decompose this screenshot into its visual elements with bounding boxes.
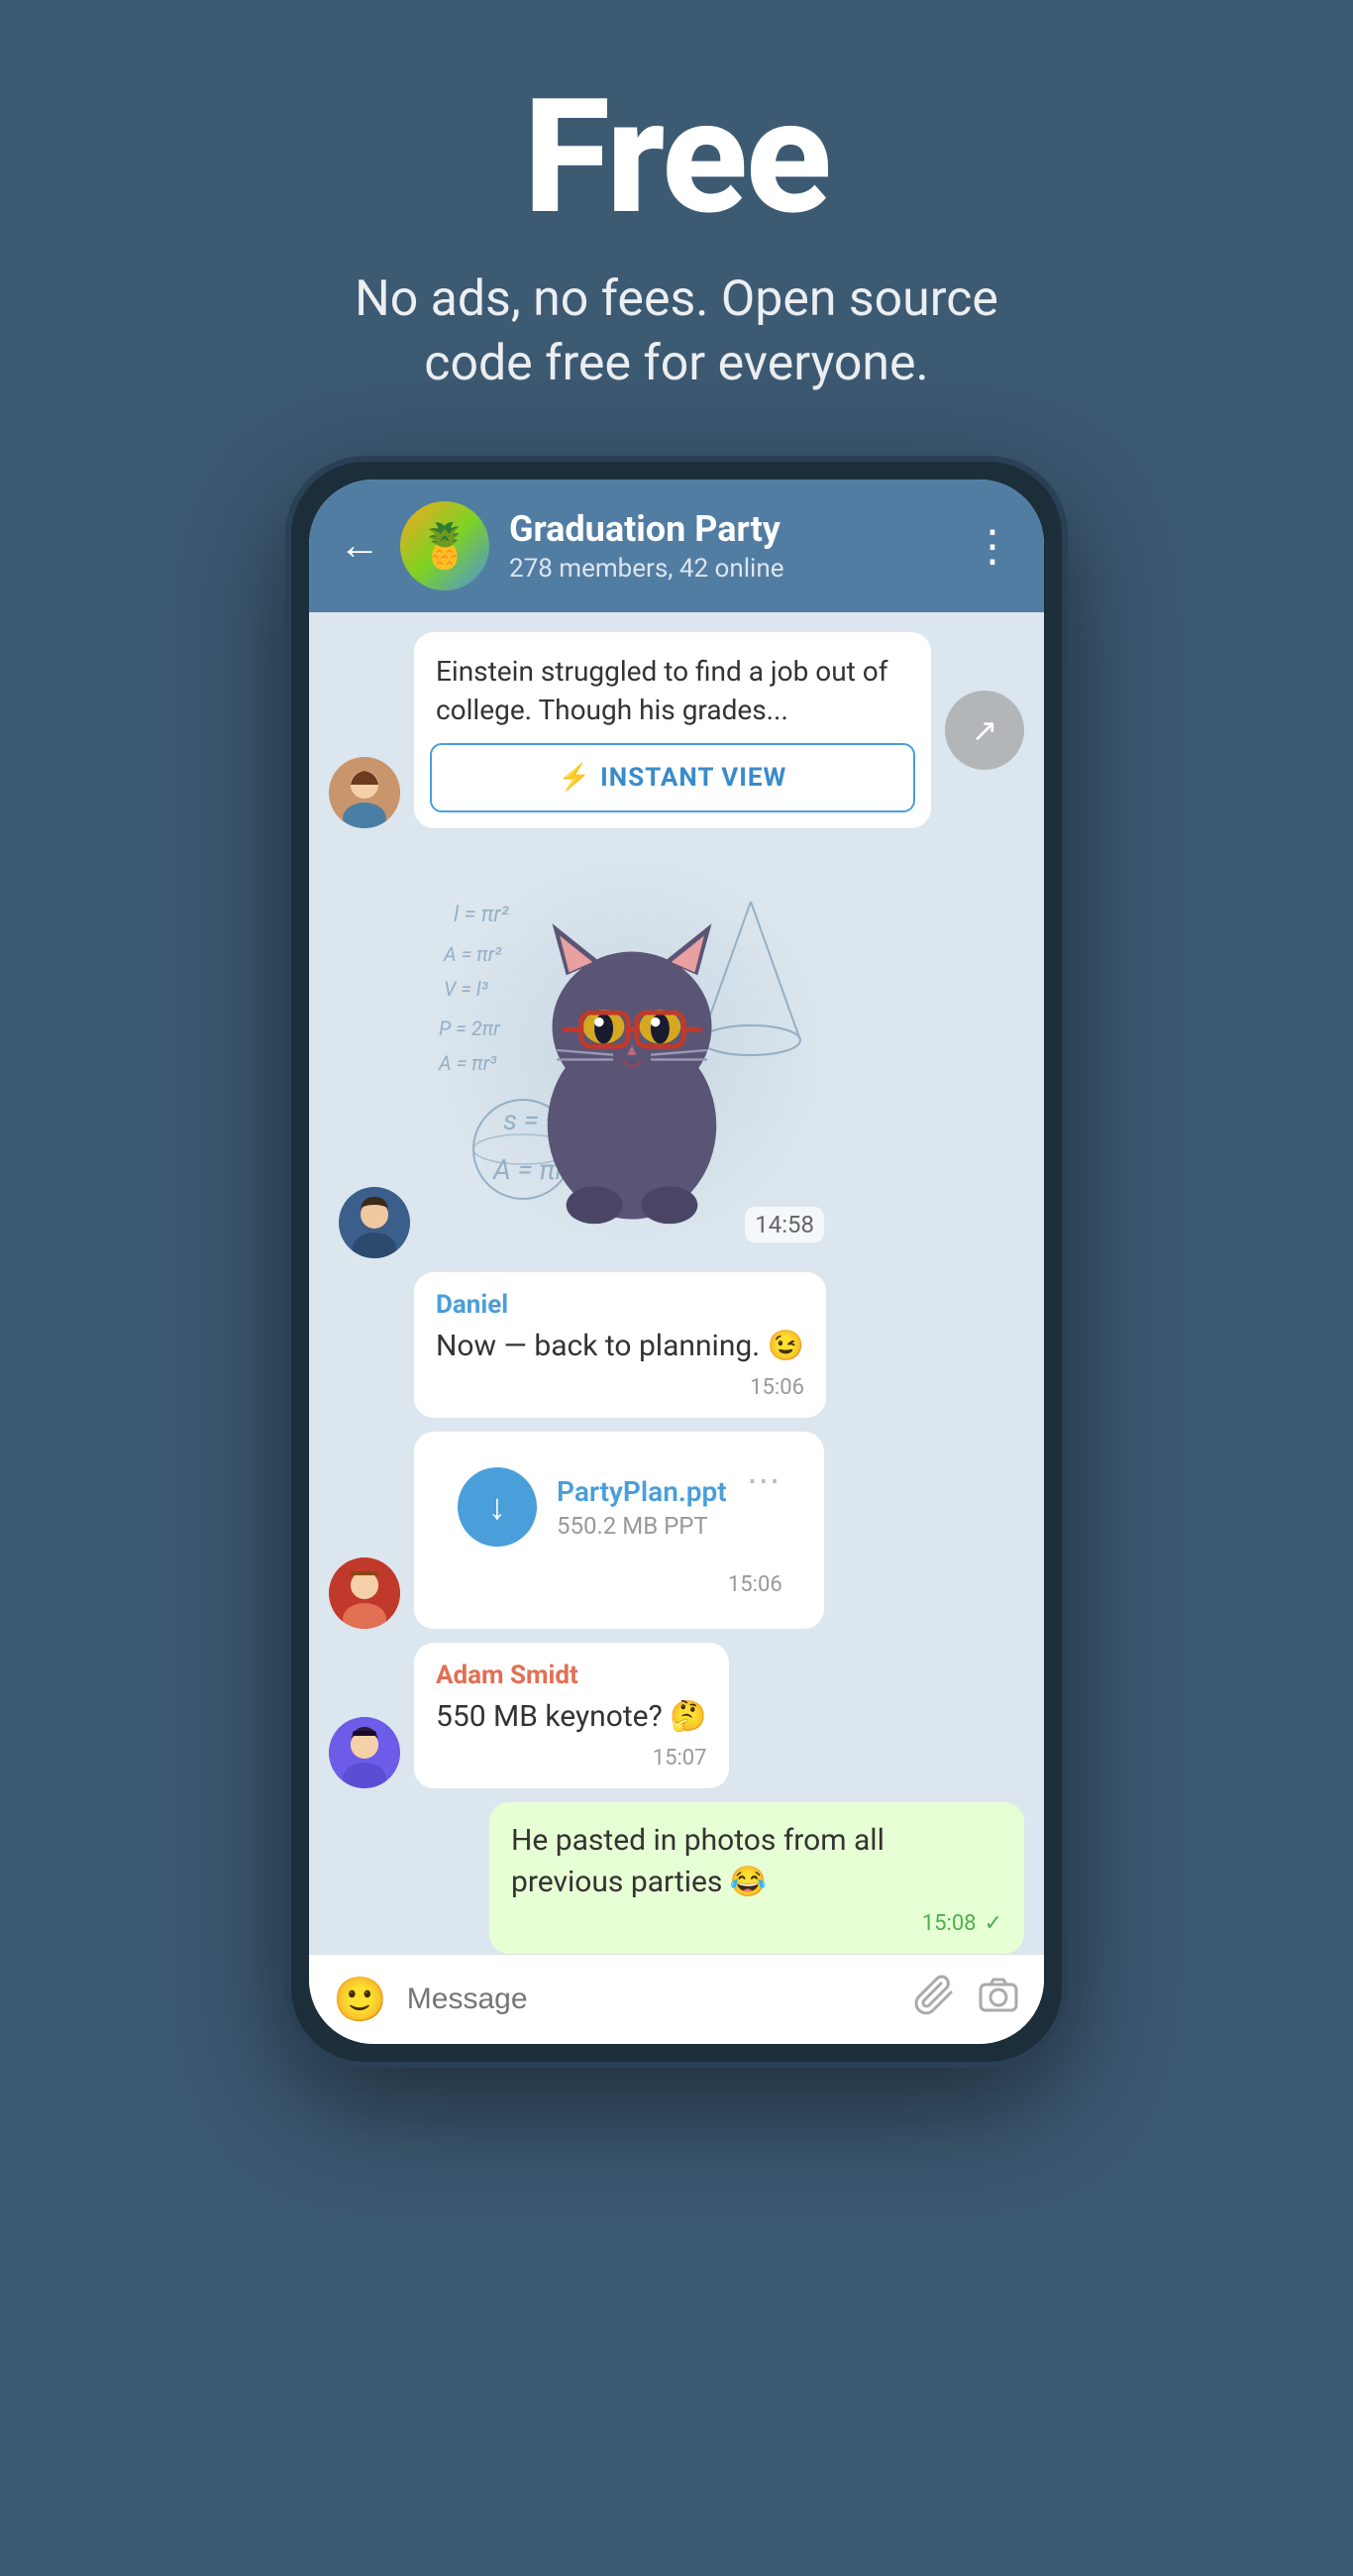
hero-subtitle: No ads, no fees. Open sourcecode free fo…: [355, 268, 998, 396]
chat-area: Einstein struggled to find a job out of …: [309, 612, 1044, 1954]
link-preview-bubble: Einstein struggled to find a job out of …: [414, 632, 931, 828]
sender-daniel: Daniel: [436, 1290, 804, 1320]
daniel-message-text: Now — back to planning. 😉: [436, 1326, 804, 1367]
file-more-button[interactable]: ⋯: [747, 1461, 781, 1501]
emoji-button[interactable]: 🙂: [333, 1974, 387, 2025]
group-avatar: 🍍: [400, 501, 489, 590]
more-options-button[interactable]: ⋮: [971, 520, 1014, 572]
adam-message-row: Adam Smidt 550 MB keynote? 🤔 15:07: [329, 1643, 1024, 1788]
svg-text:V = l³: V = l³: [444, 977, 489, 1001]
avatar-girl: [329, 757, 400, 828]
avatar-guy2: [329, 1557, 400, 1629]
outgoing-message-row: He pasted in photos from all previous pa…: [329, 1802, 1024, 1954]
daniel-message-row: Daniel Now — back to planning. 😉 15:06: [329, 1272, 1024, 1418]
chat-header: ← 🍍 Graduation Party 278 members, 42 onl…: [309, 480, 1044, 612]
group-info: Graduation Party 278 members, 42 online: [509, 508, 951, 584]
sticker-container: l = πr² A = πr² V = l³ P = 2πr A = πr³ s…: [424, 842, 840, 1258]
download-button[interactable]: ↓: [458, 1467, 537, 1547]
outgoing-message-time: 15:08: [922, 1911, 977, 1936]
hero-title: Free: [523, 79, 829, 238]
attach-button[interactable]: [913, 1973, 957, 2026]
sender-adam: Adam Smidt: [436, 1661, 707, 1690]
instant-view-button[interactable]: ⚡ INSTANT VIEW: [430, 743, 915, 812]
file-size: 550.2 MB PPT: [557, 1512, 727, 1540]
file-bubble-inner: ↓ PartyPlan.ppt 550.2 MB PPT ⋯: [436, 1449, 802, 1564]
phone-device: ← 🍍 Graduation Party 278 members, 42 onl…: [285, 456, 1068, 2068]
file-name: PartyPlan.ppt: [557, 1475, 727, 1508]
instant-view-label: INSTANT VIEW: [600, 763, 786, 793]
message-input-bar: 🙂: [309, 1954, 1044, 2044]
daniel-message-time: 15:06: [750, 1375, 804, 1400]
adam-message-time: 15:07: [653, 1746, 707, 1771]
adam-message-text: 550 MB keynote? 🤔: [436, 1696, 707, 1738]
share-button[interactable]: ↗: [945, 691, 1024, 770]
cat-sticker: [483, 872, 781, 1229]
file-message-bubble: ↓ PartyPlan.ppt 550.2 MB PPT ⋯ 15:06: [414, 1432, 824, 1629]
adam-message-bubble: Adam Smidt 550 MB keynote? 🤔 15:07: [414, 1643, 729, 1788]
outgoing-message-meta: 15:08 ✓: [511, 1911, 1002, 1936]
avatar-guy1: [339, 1187, 410, 1258]
outgoing-message-bubble: He pasted in photos from all previous pa…: [489, 1802, 1024, 1954]
link-preview-text: Einstein struggled to find a job out of …: [414, 632, 931, 743]
file-info: PartyPlan.ppt 550.2 MB PPT: [557, 1475, 727, 1540]
camera-button[interactable]: [977, 1973, 1020, 2026]
file-message-time: 15:06: [728, 1572, 782, 1597]
sticker-row: l = πr² A = πr² V = l³ P = 2πr A = πr³ s…: [329, 842, 1024, 1258]
outgoing-message-text: He pasted in photos from all previous pa…: [511, 1820, 1002, 1903]
message-input[interactable]: [407, 1983, 893, 2016]
avatar-guy3: [329, 1717, 400, 1788]
lightning-icon: ⚡: [559, 763, 590, 793]
phone-screen: ← 🍍 Graduation Party 278 members, 42 onl…: [309, 480, 1044, 2044]
file-message-row: ↓ PartyPlan.ppt 550.2 MB PPT ⋯ 15:06: [329, 1432, 1024, 1629]
back-button[interactable]: ←: [339, 525, 380, 567]
file-message-meta: 15:06: [436, 1572, 802, 1611]
hero-section: Free No ads, no fees. Open sourcecode fr…: [0, 0, 1353, 456]
daniel-message-meta: 15:06: [436, 1375, 804, 1400]
check-mark-icon: ✓: [985, 1911, 1002, 1936]
group-members: 278 members, 42 online: [509, 554, 951, 584]
group-name: Graduation Party: [509, 508, 951, 550]
daniel-message-bubble: Daniel Now — back to planning. 😉 15:06: [414, 1272, 826, 1418]
link-preview-row: Einstein struggled to find a job out of …: [329, 632, 1024, 828]
adam-message-meta: 15:07: [436, 1746, 707, 1771]
